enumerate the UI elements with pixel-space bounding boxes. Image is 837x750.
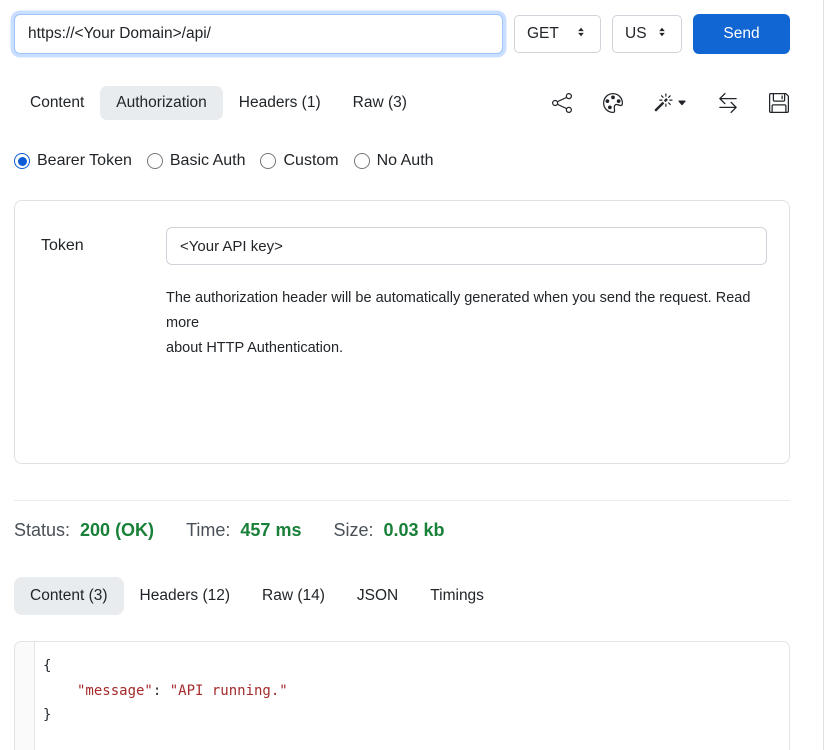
request-bar: GET US Send: [14, 14, 790, 54]
send-button[interactable]: Send: [693, 14, 790, 54]
radio-circle-checked-icon: [14, 153, 30, 169]
json-separator: :: [153, 683, 170, 699]
json-value: "API running.": [170, 683, 288, 699]
radio-basic-auth[interactable]: Basic Auth: [147, 152, 246, 170]
section-divider: [14, 500, 790, 501]
size-value: 0.03 kb: [384, 520, 445, 541]
caret-down-icon: [677, 98, 687, 108]
status-label: Status:: [14, 520, 70, 541]
tab-content[interactable]: Content: [14, 86, 100, 120]
token-input[interactable]: [166, 227, 767, 265]
radio-label: Basic Auth: [170, 152, 246, 170]
tab-response-content[interactable]: Content (3): [14, 577, 124, 615]
method-select-value: GET: [527, 25, 559, 43]
swap-arrows-icon[interactable]: [718, 93, 738, 113]
region-select-value: US: [625, 25, 647, 43]
radio-circle-icon: [147, 153, 163, 169]
response-json-code: { "message": "API running." }: [35, 642, 789, 750]
radio-label: No Auth: [377, 152, 434, 170]
right-edge-divider: [823, 0, 824, 750]
chevron-expand-icon: [655, 25, 669, 44]
radio-no-auth[interactable]: No Auth: [354, 152, 434, 170]
save-icon[interactable]: [769, 93, 789, 113]
tab-headers[interactable]: Headers (1): [223, 86, 337, 120]
url-input[interactable]: [14, 14, 503, 54]
palette-icon[interactable]: [603, 93, 623, 113]
radio-label: Bearer Token: [37, 152, 132, 170]
status-value: 200 (OK): [80, 520, 154, 541]
method-select[interactable]: GET: [514, 15, 601, 53]
tab-response-raw[interactable]: Raw (14): [246, 577, 341, 615]
json-key: "message": [77, 683, 153, 699]
tab-authorization[interactable]: Authorization: [100, 86, 222, 120]
radio-label: Custom: [283, 152, 338, 170]
code-line-open: {: [43, 654, 781, 679]
time-label: Time:: [186, 520, 230, 541]
size-label: Size:: [333, 520, 373, 541]
chevron-expand-icon: [574, 25, 588, 44]
api-client-page: GET US Send Content Authorization Header…: [0, 0, 837, 750]
code-gutter: [15, 642, 35, 750]
tab-response-json[interactable]: JSON: [341, 577, 414, 615]
radio-circle-icon: [260, 153, 276, 169]
time-value: 457 ms: [240, 520, 301, 541]
response-tabs: Content (3) Headers (12) Raw (14) JSON T…: [14, 577, 790, 615]
magic-wand-icon[interactable]: [654, 93, 687, 112]
share-icon[interactable]: [552, 93, 572, 113]
code-line-close: }: [43, 703, 781, 728]
token-help-line2: about HTTP Authentication.: [166, 336, 766, 361]
code-line-message: "message": "API running.": [43, 679, 781, 704]
request-tabs-row: Content Authorization Headers (1) Raw (3…: [14, 84, 790, 121]
region-select[interactable]: US: [612, 15, 682, 53]
radio-bearer-token[interactable]: Bearer Token: [14, 152, 132, 170]
radio-custom[interactable]: Custom: [260, 152, 338, 170]
radio-circle-icon: [354, 153, 370, 169]
token-help-line1: The authorization header will be automat…: [166, 286, 766, 336]
tab-response-headers[interactable]: Headers (12): [124, 577, 246, 615]
request-tabs: Content Authorization Headers (1) Raw (3…: [14, 86, 423, 120]
token-field-label: Token: [41, 237, 166, 255]
auth-type-options: Bearer Token Basic Auth Custom No Auth: [14, 152, 790, 170]
response-body-panel: { "message": "API running." }: [14, 641, 790, 750]
token-panel: Token The authorization header will be a…: [14, 200, 790, 464]
toolbar: [552, 93, 790, 113]
tab-raw[interactable]: Raw (3): [337, 86, 423, 120]
tab-response-timings[interactable]: Timings: [414, 577, 500, 615]
token-help-text: The authorization header will be automat…: [166, 286, 766, 361]
response-status-row: Status: 200 (OK) Time: 457 ms Size: 0.03…: [14, 520, 790, 541]
